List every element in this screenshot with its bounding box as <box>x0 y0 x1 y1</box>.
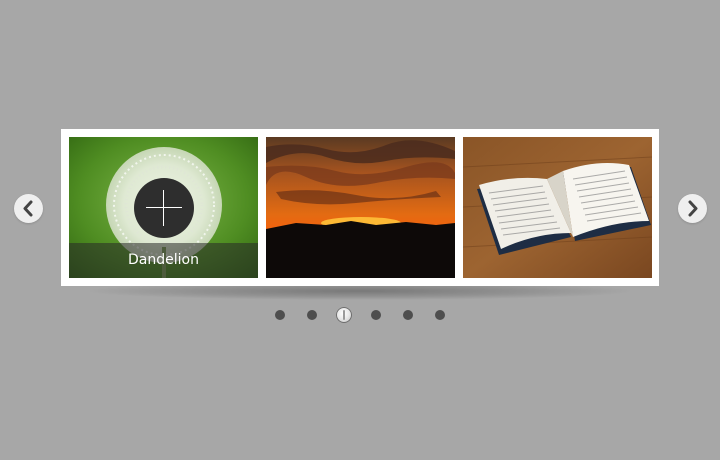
carousel-frame: Dandelion <box>61 129 659 286</box>
pagination-dot-3-active[interactable] <box>336 307 352 323</box>
open-book-photo <box>463 137 652 278</box>
slide-caption: Dandelion <box>69 243 258 278</box>
plus-icon-vertical <box>163 190 164 226</box>
chevron-left-icon <box>23 200 33 217</box>
pagination <box>0 307 720 323</box>
pagination-dot-6[interactable] <box>435 310 445 320</box>
prev-button[interactable] <box>14 194 43 223</box>
next-button[interactable] <box>678 194 707 223</box>
plus-icon <box>146 207 182 208</box>
carousel-stage: Dandelion <box>0 0 720 460</box>
pagination-dot-2[interactable] <box>307 310 317 320</box>
pagination-dot-4[interactable] <box>371 310 381 320</box>
zoom-button[interactable] <box>134 178 194 238</box>
slide-dandelion[interactable]: Dandelion <box>69 137 258 278</box>
pagination-dot-5[interactable] <box>403 310 413 320</box>
slide-sunset[interactable] <box>266 137 455 278</box>
slide-open-book[interactable] <box>463 137 652 278</box>
chevron-right-icon <box>688 200 698 217</box>
sunset-photo <box>266 137 455 278</box>
pagination-dot-1[interactable] <box>275 310 285 320</box>
